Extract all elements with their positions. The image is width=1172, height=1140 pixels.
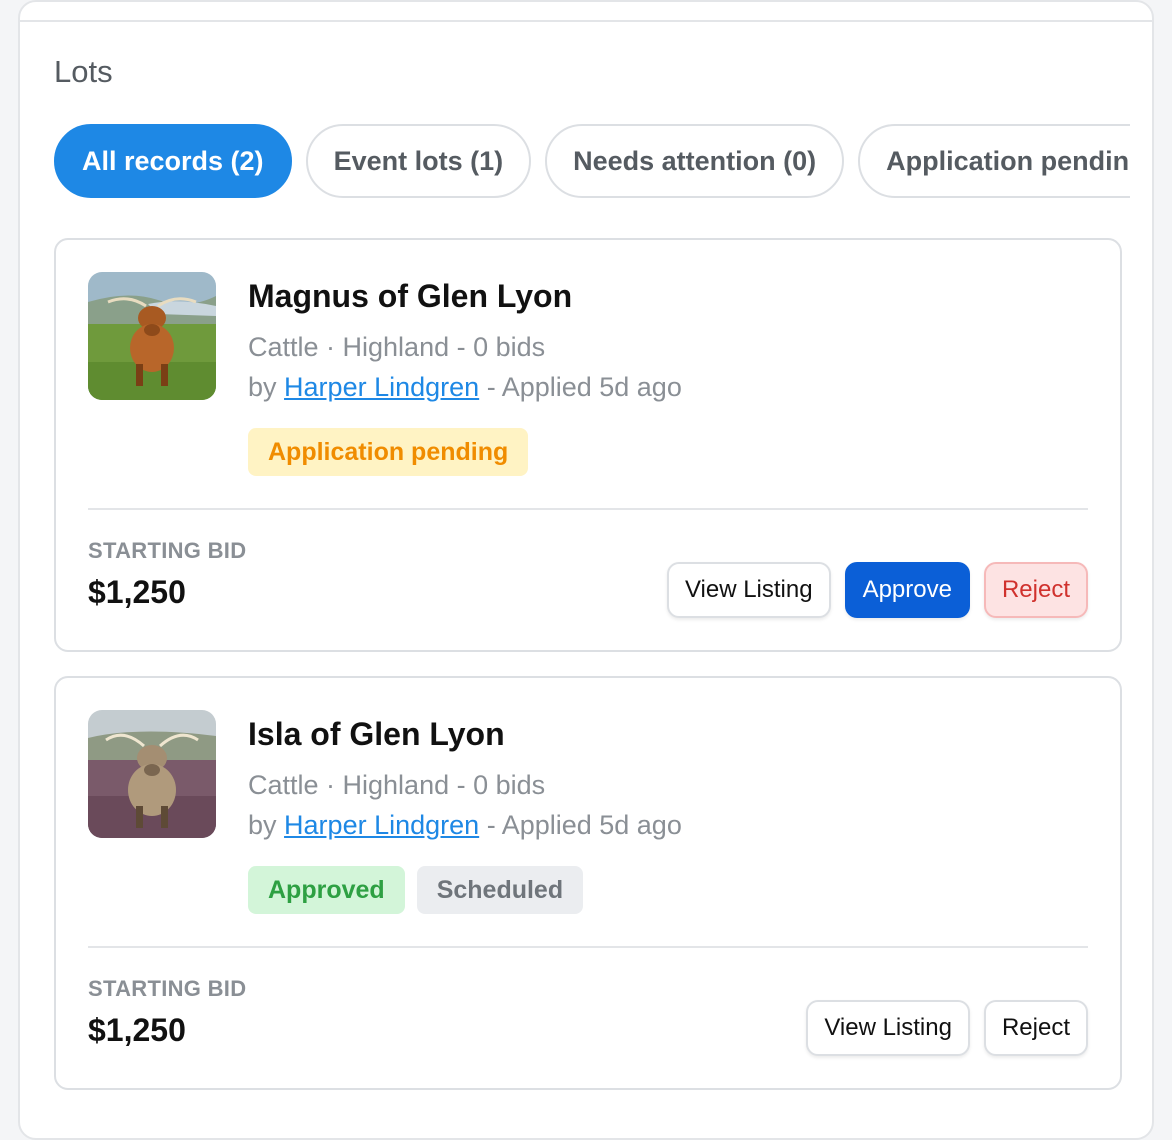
lot-meta: Cattle · Highland - 0 bids	[248, 770, 546, 800]
card-actions: View Listing Approve Reject	[666, 562, 1088, 618]
lots-panel: Lots All records (2) Event lots (1) Needs …	[18, 0, 1154, 1140]
starting-bid-value: $1,250	[88, 574, 186, 610]
lot-byline: by Harper Lindgren - Applied 5d ago	[248, 810, 682, 841]
filter-chip-needs-attention[interactable]: Needs attention (0)	[545, 124, 845, 198]
status-badges: Application pending	[248, 428, 529, 476]
filter-chips: All records (2) Event lots (1) Needs atten…	[54, 124, 1130, 200]
approve-button[interactable]: Approve	[844, 562, 970, 618]
reject-button[interactable]: Reject	[983, 1000, 1088, 1056]
lot-photo[interactable]	[88, 272, 216, 400]
status-badges: Approved Scheduled	[248, 866, 584, 914]
seller-link[interactable]: Harper Lindgren	[284, 372, 479, 402]
reject-button[interactable]: Reject	[983, 562, 1088, 618]
applied-text: - Applied 5d ago	[486, 372, 682, 402]
view-listing-button[interactable]: View Listing	[666, 562, 831, 618]
by-prefix: by	[248, 372, 277, 402]
starting-bid-value: $1,250	[88, 1012, 186, 1048]
lot-byline: by Harper Lindgren - Applied 5d ago	[248, 372, 682, 403]
status-badge-pending: Application pending	[248, 428, 529, 476]
status-badge-scheduled: Scheduled	[416, 866, 584, 914]
filter-chip-all-records[interactable]: All records (2)	[54, 124, 292, 198]
starting-bid-label: STARTING BID	[88, 538, 247, 563]
card-actions: View Listing Reject	[806, 1000, 1088, 1056]
lot-meta: Cattle · Highland - 0 bids	[248, 332, 546, 362]
seller-link[interactable]: Harper Lindgren	[284, 810, 479, 840]
status-badge-approved: Approved	[248, 866, 405, 914]
filter-chip-event-lots[interactable]: Event lots (1)	[305, 124, 532, 198]
filter-chip-application-pending[interactable]: Application pending (1)	[858, 124, 1130, 198]
card-divider	[88, 508, 1088, 510]
applied-text: - Applied 5d ago	[486, 810, 682, 840]
lot-name[interactable]: Magnus of Glen Lyon	[248, 278, 572, 315]
top-divider	[20, 20, 1152, 22]
lot-name[interactable]: Isla of Glen Lyon	[248, 716, 505, 753]
lot-card: Magnus of Glen Lyon Cattle · Highland - …	[54, 238, 1122, 652]
section-title: Lots	[54, 54, 113, 89]
by-prefix: by	[248, 810, 277, 840]
lot-photo[interactable]	[88, 710, 216, 838]
card-divider	[88, 946, 1088, 948]
starting-bid-label: STARTING BID	[88, 976, 247, 1001]
view-listing-button[interactable]: View Listing	[806, 1000, 970, 1056]
lot-card: Isla of Glen Lyon Cattle · Highland - 0 …	[54, 676, 1122, 1090]
